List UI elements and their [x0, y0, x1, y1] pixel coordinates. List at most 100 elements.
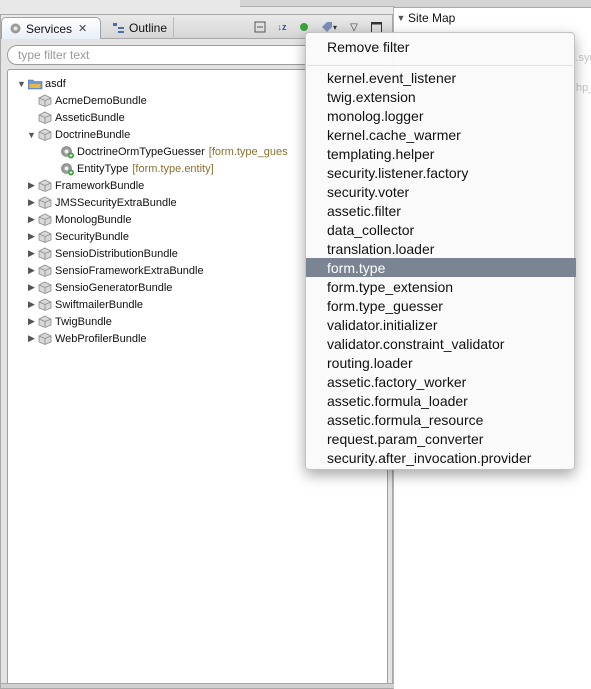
tree-item-label: EntityType	[77, 162, 129, 175]
bundle-tree-item[interactable]: ▶ SensioGeneratorBundle	[26, 279, 172, 296]
tag-menu-item[interactable]: templating.helper	[306, 144, 576, 163]
site-map-tab-strip	[394, 0, 591, 8]
service-tree-item[interactable]: EntityType [form.type.entity]	[48, 160, 214, 177]
tree-item-label: MonologBundle	[55, 213, 132, 226]
bundle-icon	[37, 196, 53, 210]
tag-menu-item[interactable]: monolog.logger	[306, 106, 576, 125]
tag-menu-item[interactable]: data_collector	[306, 220, 576, 239]
outline-icon	[112, 21, 125, 35]
tag-menu-item[interactable]: security.listener.factory	[306, 163, 576, 182]
tab-services-label: Services	[26, 21, 73, 36]
bundle-icon	[37, 213, 53, 227]
close-icon[interactable]: ✕	[78, 22, 87, 35]
service-tag-label: [form.type_gues	[208, 145, 288, 158]
perspective-bar	[240, 0, 395, 7]
bundle-icon	[37, 94, 53, 108]
tag-menu-item[interactable]: routing.loader	[306, 353, 576, 372]
chevron-right-icon[interactable]: ▶	[26, 299, 37, 310]
remove-filter-menu-item[interactable]: Remove filter	[306, 37, 576, 56]
project-folder-icon	[27, 77, 43, 91]
chevron-right-icon[interactable]: ▶	[26, 231, 37, 242]
tag-menu-item[interactable]: kernel.cache_warmer	[306, 125, 576, 144]
service-tree-item[interactable]: DoctrineOrmTypeGuesser [form.type_gues	[48, 143, 288, 160]
gear-icon	[8, 22, 22, 36]
bundle-tree-item[interactable]: ▶ JMSSecurityExtraBundle	[26, 194, 177, 211]
chevron-right-icon[interactable]: ▶	[26, 265, 37, 276]
chevron-down-icon[interactable]: ▼	[26, 130, 37, 140]
tab-outline[interactable]: Outline	[106, 17, 174, 39]
chevron-down-icon[interactable]: ▼	[394, 13, 408, 23]
tree-item-label: DoctrineBundle	[55, 128, 131, 141]
tree-item-label: SensioDistributionBundle	[55, 247, 178, 260]
bundle-icon	[37, 111, 53, 125]
bundle-icon	[37, 281, 53, 295]
tag-menu-item[interactable]: kernel.event_listener	[306, 68, 576, 87]
chevron-down-icon[interactable]: ▼	[16, 79, 27, 89]
tag-menu-item[interactable]: assetic.factory_worker	[306, 372, 576, 391]
tag-menu-item[interactable]: form.type_extension	[306, 277, 576, 296]
collapse-all-icon[interactable]	[252, 19, 268, 35]
tag-filter-menu: Remove filter kernel.event_listener twig.…	[305, 32, 576, 470]
faint-text-2: hp_	[576, 82, 591, 94]
chevron-right-icon[interactable]: ▶	[26, 282, 37, 293]
tree-item-label: JMSSecurityExtraBundle	[55, 196, 177, 209]
bundle-tree-item[interactable]: ▶ TwigBundle	[26, 313, 112, 330]
chevron-right-icon[interactable]: ▶	[26, 180, 37, 191]
tag-menu-item[interactable]: assetic.formula_loader	[306, 391, 576, 410]
site-map-label: Site Map	[408, 11, 456, 25]
tree-root[interactable]: ▼ asdf	[16, 75, 66, 92]
bundle-tree-item[interactable]: ▶ SensioFrameworkExtraBundle	[26, 262, 204, 279]
tree-item-label: DoctrineOrmTypeGuesser	[77, 145, 205, 158]
chevron-right-icon[interactable]: ▶	[26, 197, 37, 208]
bundle-icon	[37, 264, 53, 278]
bundle-tree-item[interactable]: AsseticBundle	[26, 109, 125, 126]
bundle-icon	[37, 247, 53, 261]
bundle-icon	[37, 332, 53, 346]
bundle-icon	[37, 179, 53, 193]
tree-item-label: FrameworkBundle	[55, 179, 145, 192]
bundle-icon	[37, 315, 53, 329]
tag-menu-item[interactable]: twig.extension	[306, 87, 576, 106]
chevron-right-icon[interactable]: ▶	[26, 248, 37, 259]
bundle-tree-item[interactable]: ▶ FrameworkBundle	[26, 177, 144, 194]
bundle-tree-item[interactable]: ▶ WebProfilerBundle	[26, 330, 147, 347]
bundle-icon	[37, 128, 53, 142]
bundle-tree-item[interactable]: ▼ DoctrineBundle	[26, 126, 130, 143]
tag-menu-item[interactable]: form.type	[306, 258, 576, 277]
tab-services[interactable]: Services ✕	[1, 17, 101, 39]
tag-menu-item[interactable]: form.type_guesser	[306, 296, 576, 315]
tag-menu-item[interactable]: validator.constraint_validator	[306, 334, 576, 353]
chevron-right-icon[interactable]: ▶	[26, 214, 37, 225]
service-gear-icon	[59, 162, 75, 176]
tag-menu-item[interactable]: assetic.filter	[306, 201, 576, 220]
tag-menu-item[interactable]: translation.loader	[306, 239, 576, 258]
bundle-icon	[37, 298, 53, 312]
bundle-tree-item[interactable]: ▶ SwiftmailerBundle	[26, 296, 143, 313]
tree-item-label: SwiftmailerBundle	[55, 298, 144, 311]
tag-menu-item[interactable]: assetic.formula_resource	[306, 410, 576, 429]
screen: ▼ Site Map s.sym hp_ Services ✕ Outline	[0, 0, 591, 689]
tree-item-label: SecurityBundle	[55, 230, 129, 243]
menu-separator	[307, 65, 573, 66]
bundle-tree-item[interactable]: ▶ SensioDistributionBundle	[26, 245, 178, 262]
tag-menu-item[interactable]: request.param_converter	[306, 429, 576, 448]
tree-item-label: AsseticBundle	[55, 111, 125, 124]
bundle-tree-item[interactable]: AcmeDemoBundle	[26, 92, 147, 109]
chevron-right-icon[interactable]: ▶	[26, 316, 37, 327]
tree-item-label: WebProfilerBundle	[55, 332, 147, 345]
service-tag-label: [form.type.entity]	[132, 162, 214, 175]
tag-menu-item[interactable]: security.voter	[306, 182, 576, 201]
bundle-tree-item[interactable]: ▶ SecurityBundle	[26, 228, 129, 245]
bundle-icon	[37, 230, 53, 244]
tree-item-label: SensioGeneratorBundle	[55, 281, 173, 294]
tab-outline-label: Outline	[129, 21, 168, 35]
tag-menu-item[interactable]: validator.initializer	[306, 315, 576, 334]
site-map-root[interactable]: ▼ Site Map	[394, 11, 456, 25]
sort-az-icon[interactable]: ↓z	[274, 19, 290, 35]
tree-item-label: AcmeDemoBundle	[55, 94, 147, 107]
tag-menu-item[interactable]: security.after_invocation.provider	[306, 448, 576, 467]
service-gear-icon	[59, 145, 75, 159]
bundle-tree-item[interactable]: ▶ MonologBundle	[26, 211, 131, 228]
tree-item-label: TwigBundle	[55, 315, 112, 328]
chevron-right-icon[interactable]: ▶	[26, 333, 37, 344]
